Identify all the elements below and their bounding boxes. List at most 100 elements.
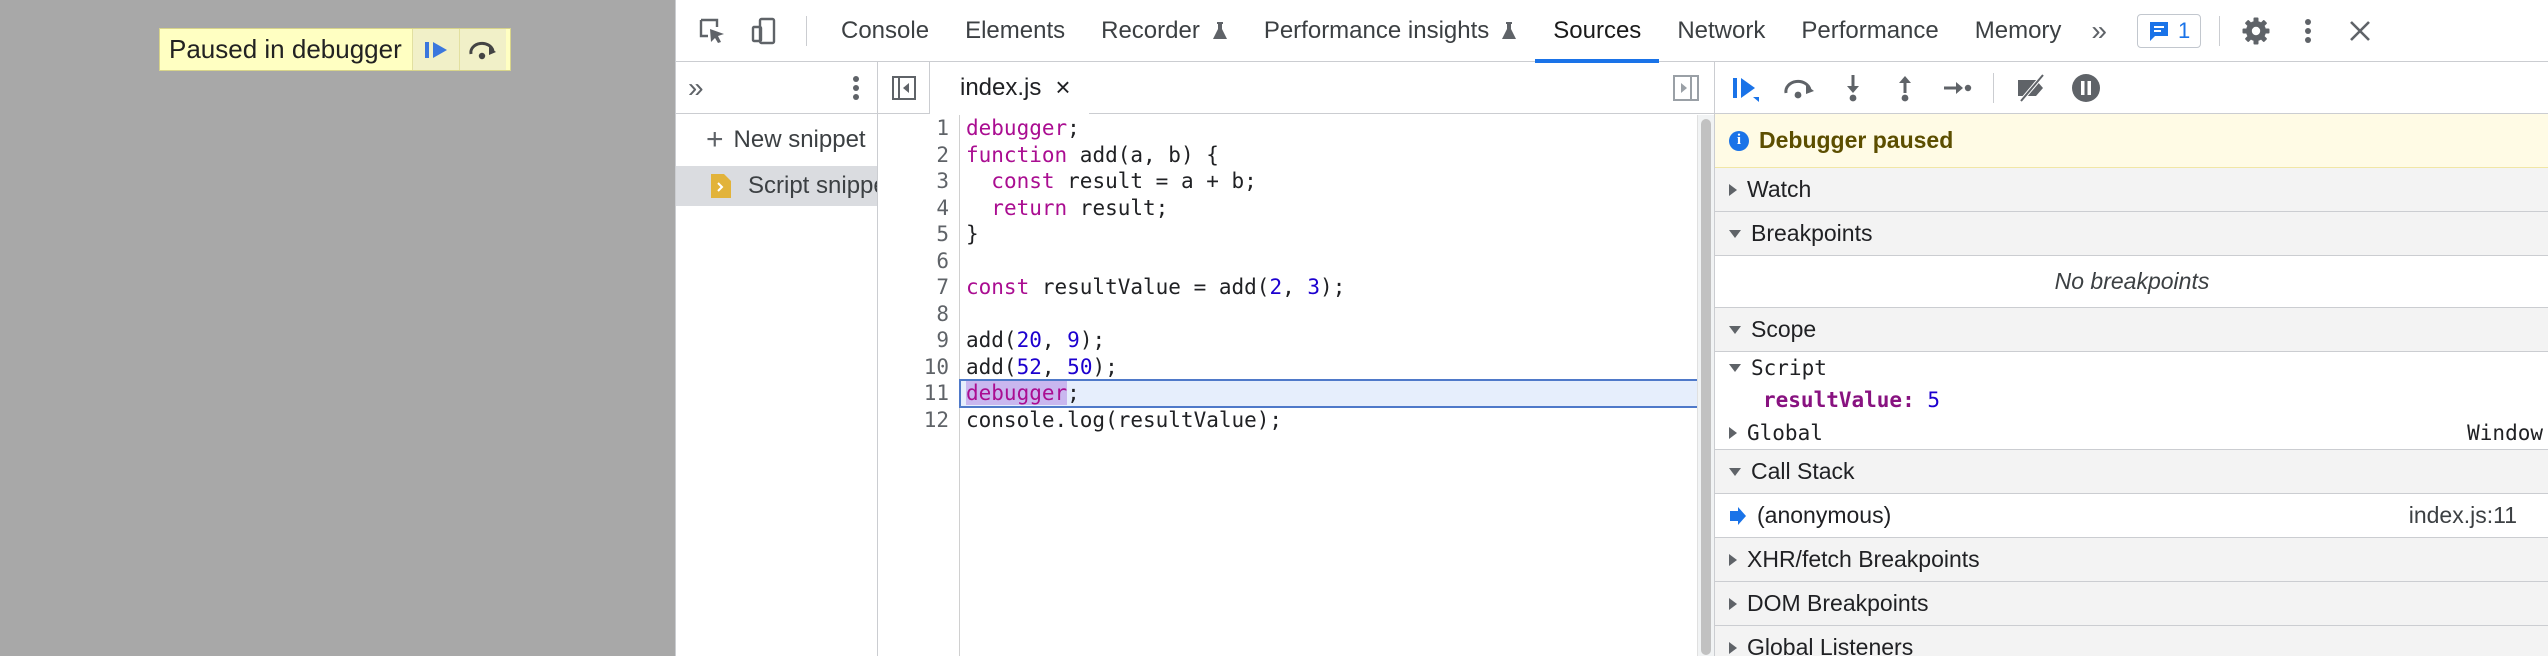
devtools-panel: Console Elements Recorder Performance in… [675, 0, 2548, 656]
call-frame[interactable]: (anonymous) index.js:11 [1715, 494, 2548, 538]
inspect-cursor-icon [699, 18, 724, 43]
sidebar-toggle-icon [891, 75, 916, 100]
line-number[interactable]: 9 [878, 327, 959, 354]
section-call-stack[interactable]: Call Stack [1715, 450, 2548, 494]
device-toolbar-button[interactable] [738, 0, 790, 62]
line-number[interactable]: 10 [878, 354, 959, 381]
step-icon[interactable] [1941, 73, 1973, 103]
line-number-gutter[interactable]: 1 2 3 4 5 6 7 8 9 10 11 12 [878, 115, 960, 656]
snippet-file-icon [711, 174, 731, 198]
issues-counter-button[interactable]: 1 [2136, 13, 2202, 48]
execution-line: debugger; [959, 379, 1699, 408]
code-line: add(52, 50); [966, 354, 1118, 379]
line-number[interactable]: 8 [878, 301, 959, 328]
scope-script[interactable]: Script [1715, 352, 2548, 384]
section-watch[interactable]: Watch [1715, 168, 2548, 212]
code-line: } [966, 222, 979, 246]
more-tabs-button[interactable]: » [2079, 0, 2119, 62]
collapse-arrow-icon [1729, 229, 1741, 238]
tab-sources[interactable]: Sources [1535, 0, 1660, 63]
line-number[interactable]: 11 [878, 380, 959, 407]
debugger-paused-banner: i Debugger paused [1715, 114, 2548, 168]
file-tab-index-js[interactable]: index.js × [930, 61, 1089, 114]
tab-network[interactable]: Network [1659, 0, 1783, 62]
line-number[interactable]: 3 [878, 168, 959, 195]
issues-count: 1 [2177, 17, 2191, 43]
code-editor: index.js × 1 2 3 4 5 6 7 8 9 10 11 12 de… [878, 61, 1715, 656]
code-line: add(20, 9); [966, 328, 1106, 352]
file-tab-label: index.js [960, 73, 1042, 101]
snippet-name: Script snippet #1 [748, 172, 877, 199]
section-scope[interactable]: Scope [1715, 308, 2548, 352]
line-number[interactable]: 1 [878, 115, 959, 142]
plus-icon: + [706, 123, 724, 156]
scope-global[interactable]: Global Window [1715, 416, 2548, 450]
new-snippet-button[interactable]: + New snippet [676, 114, 877, 166]
navigator-more-tabs-button[interactable]: » [688, 72, 704, 104]
scope-variable[interactable]: resultValue: 5 [1715, 384, 2548, 416]
section-breakpoints[interactable]: Breakpoints [1715, 212, 2548, 256]
inspect-element-button[interactable] [686, 0, 738, 62]
customize-menu-button[interactable] [2282, 0, 2334, 62]
expand-arrow-icon [1729, 641, 1737, 654]
code-lines[interactable]: debugger; function add(a, b) { const res… [959, 115, 1699, 433]
overlay-step-over-button[interactable] [458, 29, 506, 70]
kebab-menu-icon [2305, 18, 2312, 43]
step-over-icon [469, 41, 496, 59]
code-area[interactable]: 1 2 3 4 5 6 7 8 9 10 11 12 debugger; fun… [878, 115, 1699, 656]
deactivate-breakpoints-icon[interactable] [2014, 73, 2050, 103]
section-global-listeners[interactable]: Global Listeners [1715, 626, 2548, 656]
expand-arrow-icon [1729, 597, 1737, 610]
devtools-tabbar: Console Elements Recorder Performance in… [676, 0, 2548, 63]
scrollbar-thumb[interactable] [1701, 119, 1711, 655]
new-snippet-label: New snippet [733, 126, 866, 153]
tab-console[interactable]: Console [823, 0, 947, 62]
line-number[interactable]: 12 [878, 407, 959, 434]
collapse-arrow-icon [1729, 364, 1741, 372]
close-tab-icon[interactable]: × [1055, 72, 1070, 103]
tab-memory[interactable]: Memory [1957, 0, 2080, 62]
toggle-navigator-button[interactable] [878, 61, 930, 114]
resume-icon [424, 41, 447, 58]
tab-performance[interactable]: Performance [1783, 0, 1956, 62]
paused-banner-text: Debugger paused [1759, 127, 1954, 153]
tab-performance-insights[interactable]: Performance insights [1246, 0, 1535, 62]
section-xhr-breakpoints[interactable]: XHR/fetch Breakpoints [1715, 538, 2548, 582]
call-frame-location[interactable]: index.js:11 [2409, 502, 2517, 529]
close-devtools-button[interactable] [2334, 0, 2386, 62]
line-number[interactable]: 5 [878, 221, 959, 248]
tabbar-separator [806, 15, 807, 46]
global-value: Window [2467, 420, 2543, 445]
code-line: function add(a, b) { [966, 142, 1219, 167]
snippet-list-item[interactable]: Script snippet #1 [676, 166, 877, 206]
line-number[interactable]: 6 [878, 248, 959, 275]
pause-on-exceptions-icon[interactable] [2070, 72, 2102, 104]
paused-overlay-label: Paused in debugger [169, 34, 402, 64]
kebab-menu-icon[interactable] [851, 73, 861, 103]
line-number[interactable]: 7 [878, 274, 959, 301]
debugger-toolbar [1715, 62, 2548, 114]
scope-variable-value: 5 [1927, 388, 1941, 412]
line-number[interactable]: 2 [878, 142, 959, 169]
tab-elements[interactable]: Elements [947, 0, 1083, 62]
step-out-icon[interactable] [1889, 73, 1921, 103]
collapse-arrow-icon [1729, 467, 1741, 476]
tab-recorder[interactable]: Recorder [1083, 0, 1246, 62]
step-over-icon[interactable] [1781, 73, 1817, 103]
gear-icon [2242, 17, 2270, 44]
section-dom-breakpoints[interactable]: DOM Breakpoints [1715, 582, 2548, 626]
resume-icon[interactable] [1729, 73, 1761, 103]
sidebar-toggle-icon [1673, 75, 1699, 101]
device-mode-icon [751, 17, 776, 44]
settings-button[interactable] [2230, 0, 2282, 62]
toolbar-separator [1993, 72, 1994, 103]
editor-scrollbar[interactable] [1697, 115, 1714, 656]
line-number[interactable]: 4 [878, 195, 959, 222]
code-line: const result = a + b; [991, 169, 1257, 193]
toggle-debugger-button[interactable] [1672, 74, 1700, 107]
call-frame-name: (anonymous) [1757, 502, 1892, 528]
expand-arrow-icon [1729, 426, 1737, 439]
overlay-resume-button[interactable] [411, 29, 459, 70]
step-into-icon[interactable] [1837, 73, 1869, 103]
